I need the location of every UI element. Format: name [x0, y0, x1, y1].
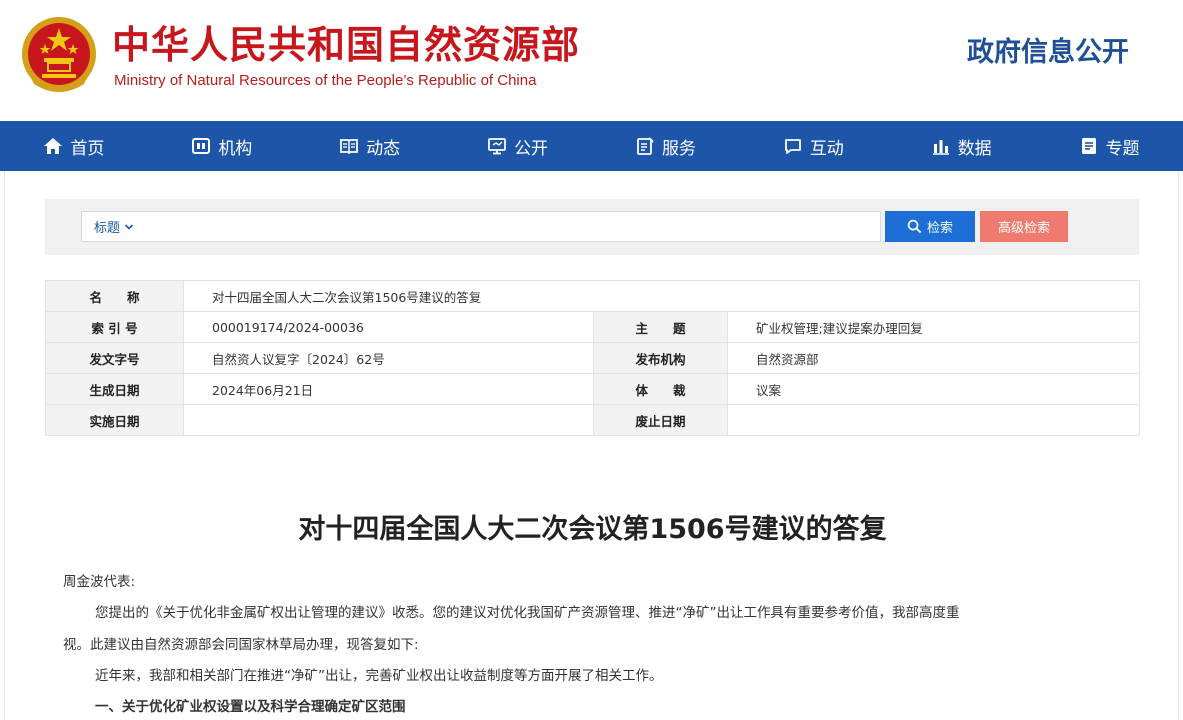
- monitor-icon: [488, 138, 506, 155]
- site-title-cn[interactable]: 中华人民共和国自然资源部: [112, 14, 580, 69]
- meta-key-expire: 废止日期: [593, 404, 728, 436]
- search-box: 标题: [81, 211, 881, 242]
- nav-label: 服务: [661, 138, 696, 159]
- meta-value-subject: 矿业权管理;建议提案办理回复: [726, 311, 1141, 343]
- search-button-label: 检索: [926, 221, 953, 236]
- main-nav: 首页 机构 动态 公开 服务 互动 数据 专题: [0, 121, 1183, 171]
- meta-value-org: 自然资源部: [726, 342, 1141, 374]
- article-heading-1: 一、关于优化矿业权设置以及科学合理确定矿区范围: [95, 699, 406, 715]
- article-title: 对十四届全国人大二次会议第1506号建议的答复: [298, 514, 887, 545]
- meta-value-index: 000019174/2024-00036: [183, 311, 594, 343]
- service-icon: [637, 137, 654, 155]
- meta-key-org: 发布机构: [593, 342, 728, 374]
- chat-icon: [784, 139, 801, 154]
- table-row: 索 引 号 000019174/2024-00036 主 题 矿业权管理;建议提…: [45, 311, 1141, 343]
- meta-key-name: 名 称: [45, 280, 184, 312]
- search-icon: [907, 219, 922, 234]
- article-paragraph-2: 近年来，我部和相关部门在推进“净矿”出让，完善矿业权出让收益制度等方面开展了相关…: [95, 668, 663, 684]
- meta-key-docno: 发文字号: [45, 342, 184, 374]
- topic-icon: [1081, 138, 1096, 154]
- nav-item-data[interactable]: 数据: [887, 121, 1035, 171]
- nav-item-news[interactable]: 动态: [296, 121, 444, 171]
- search-type-select[interactable]: 标题: [82, 217, 134, 236]
- search-type-label: 标题: [94, 221, 121, 236]
- nav-item-public[interactable]: 公开: [444, 121, 592, 171]
- advanced-search-button[interactable]: 高级检索: [980, 211, 1068, 242]
- nav-label: 机构: [218, 138, 253, 159]
- nav-label: 专题: [1105, 138, 1140, 159]
- nav-item-interaction[interactable]: 互动: [739, 121, 887, 171]
- meta-value-date: 2024年06月21日: [183, 373, 594, 405]
- nav-item-home[interactable]: 首页: [0, 121, 148, 171]
- meta-value-name: 对十四届全国人大二次会议第1506号建议的答复: [182, 280, 1141, 312]
- nav-item-organization[interactable]: 机构: [148, 121, 296, 171]
- news-icon: [340, 139, 359, 155]
- table-row: 发文字号 自然资人议复字〔2024〕62号 发布机构 自然资源部: [45, 342, 1141, 374]
- meta-key-index: 索 引 号: [45, 311, 184, 343]
- meta-value-genre: 议案: [726, 373, 1141, 405]
- site-title-en: Ministry of Natural Resources of the Peo…: [114, 72, 537, 89]
- nav-label: 动态: [366, 138, 401, 159]
- content-frame: 标题 检索 高级检索 名 称 对十四届全国人大二次会议第1506号建议的答复 索…: [4, 171, 1179, 720]
- nav-item-topic[interactable]: 专题: [1035, 121, 1183, 171]
- home-icon: [44, 138, 63, 154]
- national-emblem-icon[interactable]: [20, 14, 98, 96]
- meta-value-expire: [726, 404, 1141, 436]
- meta-value-docno: 自然资人议复字〔2024〕62号: [183, 342, 594, 374]
- nav-label: 数据: [957, 138, 992, 159]
- meta-key-effective: 实施日期: [45, 404, 184, 436]
- table-row: 名 称 对十四届全国人大二次会议第1506号建议的答复: [45, 280, 1141, 312]
- document-metadata-table: 名 称 对十四届全国人大二次会议第1506号建议的答复 索 引 号 000019…: [45, 280, 1141, 436]
- meta-key-subject: 主 题: [593, 311, 728, 343]
- search-button[interactable]: 检索: [885, 211, 975, 242]
- advanced-search-label: 高级检索: [997, 221, 1050, 236]
- nav-item-service[interactable]: 服务: [592, 121, 740, 171]
- nav-label: 公开: [514, 138, 549, 159]
- site-header: 中华人民共和国自然资源部 Ministry of Natural Resourc…: [0, 0, 1183, 121]
- meta-key-date: 生成日期: [45, 373, 184, 405]
- bar-chart-icon: [932, 140, 949, 155]
- article-salutation: 周金波代表:: [63, 574, 136, 590]
- search-bar: 标题 检索 高级检索: [45, 199, 1139, 255]
- table-row: 实施日期 废止日期: [45, 404, 1141, 436]
- nav-label: 首页: [70, 138, 105, 159]
- search-input[interactable]: [142, 212, 880, 241]
- meta-key-genre: 体 裁: [593, 373, 728, 405]
- chevron-down-icon: [124, 223, 134, 230]
- article-paragraph-1-line-1: 您提出的《关于优化非金属矿权出让管理的建议》收悉。您的建议对优化我国矿产资源管理…: [95, 605, 960, 621]
- article-paragraph-1-line-2: 视。此建议由自然资源部会同国家林草局办理，现答复如下:: [63, 637, 419, 653]
- section-title[interactable]: 政府信息公开: [967, 30, 1129, 69]
- meta-value-effective: [183, 404, 594, 436]
- nav-label: 互动: [809, 138, 844, 159]
- table-row: 生成日期 2024年06月21日 体 裁 议案: [45, 373, 1141, 405]
- organization-icon: [192, 138, 211, 154]
